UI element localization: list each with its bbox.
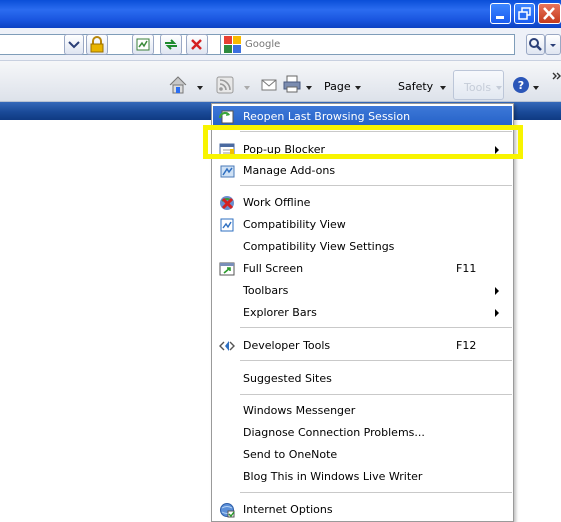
menu-item-diagnose-connection[interactable]: Diagnose Connection Problems... (213, 422, 512, 444)
submenu-arrow-icon (495, 309, 499, 317)
menu-item-internet-options[interactable]: Internet Options (213, 499, 512, 521)
feeds-dropdown-icon[interactable] (244, 86, 250, 90)
shortcut-label: F11 (456, 262, 477, 275)
menu-item-manage-addons[interactable]: Manage Add-ons (213, 160, 512, 182)
menu-separator (240, 394, 512, 395)
search-input[interactable] (245, 37, 485, 52)
compatibility-view-icon (220, 218, 234, 232)
restore-button[interactable] (514, 3, 535, 24)
title-bar (0, 0, 561, 28)
chevron-down-icon (550, 44, 556, 47)
menu-item-suggested-sites[interactable]: Suggested Sites (213, 368, 512, 390)
tools-label: Tools (464, 81, 492, 94)
menu-item-toolbars[interactable]: Toolbars (213, 280, 512, 302)
menu-item-full-screen[interactable]: Full Screen F11 (213, 258, 512, 280)
tools-menu-button[interactable]: Tools (453, 70, 504, 100)
shortcut-label: F12 (456, 339, 477, 352)
stop-icon (191, 39, 202, 50)
refresh-icon (165, 39, 177, 50)
restore-icon (518, 7, 531, 20)
refresh-button[interactable] (160, 34, 182, 55)
home-dropdown-icon[interactable] (197, 86, 203, 90)
search-button[interactable] (526, 34, 545, 55)
page-dropdown-icon (355, 86, 361, 90)
chevron-down-icon (68, 41, 80, 49)
menu-item-explorer-bars[interactable]: Explorer Bars (213, 302, 512, 324)
read-mail-icon[interactable] (261, 77, 277, 93)
feeds-icon[interactable] (216, 76, 234, 94)
address-dropdown-button[interactable] (64, 34, 84, 55)
minimize-button[interactable] (490, 3, 511, 24)
menu-item-windows-messenger[interactable]: Windows Messenger (213, 400, 512, 422)
minimize-icon (496, 16, 504, 19)
submenu-arrow-icon (495, 287, 499, 295)
compatibility-view-button[interactable] (132, 34, 154, 55)
close-button[interactable] (538, 3, 561, 24)
reopen-session-icon (219, 110, 234, 124)
svg-text:?: ? (518, 79, 524, 92)
page-menu-button[interactable]: Page (324, 80, 351, 93)
print-icon[interactable] (283, 75, 301, 93)
safety-menu-button[interactable]: Safety (398, 80, 433, 93)
lock-icon (90, 36, 104, 53)
address-row (0, 28, 561, 61)
home-icon[interactable] (168, 75, 188, 95)
menu-item-work-offline[interactable]: Work Offline (213, 192, 512, 214)
help-icon[interactable]: ? (512, 76, 530, 94)
search-icon (529, 38, 542, 51)
google-icon (224, 36, 241, 53)
menu-separator (240, 185, 512, 186)
stop-button[interactable] (186, 34, 208, 55)
menu-item-compatibility-view-settings[interactable]: Compatibility View Settings (213, 236, 512, 258)
annotation-highlight-box (203, 125, 523, 159)
search-box[interactable] (220, 34, 515, 55)
menu-separator (240, 492, 512, 493)
menu-item-blog-this[interactable]: Blog This in Windows Live Writer (213, 466, 512, 488)
manage-addons-icon (220, 165, 235, 178)
search-options-button[interactable] (545, 34, 561, 55)
menu-item-compatibility-view[interactable]: Compatibility View (213, 214, 512, 236)
security-lock-button[interactable] (86, 34, 108, 55)
tools-menu: Reopen Last Browsing Session Pop-up Bloc… (211, 103, 514, 522)
full-screen-icon (219, 262, 235, 276)
work-offline-icon (220, 196, 234, 210)
compatibility-view-icon (136, 38, 150, 51)
menu-item-developer-tools[interactable]: Developer Tools F12 (213, 335, 512, 357)
menu-item-send-to-onenote[interactable]: Send to OneNote (213, 444, 512, 466)
menu-separator (240, 360, 512, 361)
help-dropdown-icon[interactable] (533, 86, 539, 90)
close-icon (543, 7, 555, 20)
safety-dropdown-icon (440, 86, 446, 90)
developer-tools-icon (219, 341, 235, 351)
menu-separator (240, 327, 512, 328)
tools-dropdown-icon (496, 86, 502, 90)
command-bar: Page Safety Tools ? (0, 61, 561, 102)
chevron-overflow-icon[interactable] (551, 71, 561, 83)
internet-options-icon (220, 503, 235, 518)
print-dropdown-icon[interactable] (306, 86, 312, 90)
